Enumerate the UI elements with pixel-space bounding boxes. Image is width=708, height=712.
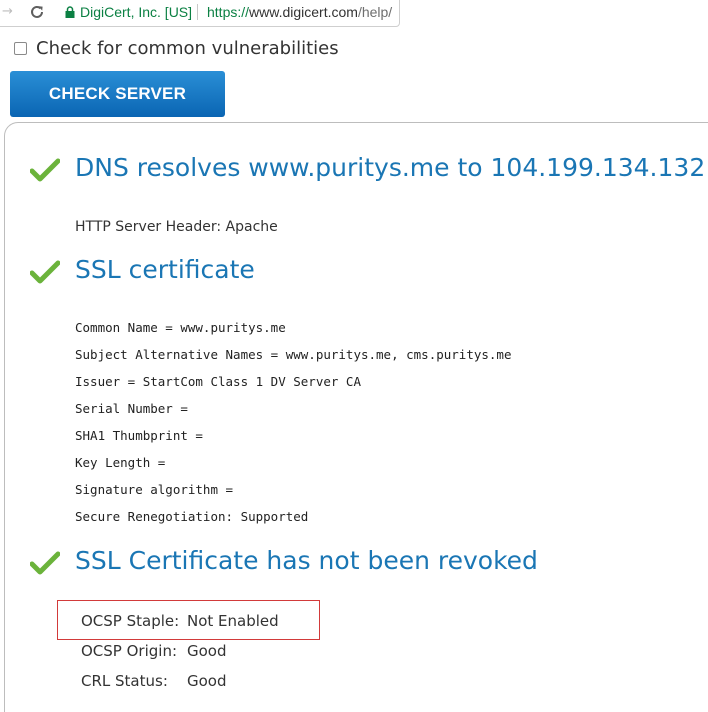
browser-toolbar: → DigiCert, Inc. [US] https://www.digice… [0, 0, 708, 30]
url-text[interactable]: https://www.digicert.com/help/ [207, 4, 392, 20]
checkmark-icon [30, 260, 60, 284]
cert-subject-alt-names: Subject Alternative Names = www.puritys.… [75, 347, 512, 362]
cert-signature-algorithm: Signature algorithm = [75, 482, 234, 497]
cert-sha1-thumbprint: SHA1 Thumbprint = [75, 428, 203, 443]
crl-status-row: CRL Status: Good [81, 672, 227, 690]
status-label: OCSP Origin: [81, 642, 178, 660]
forward-arrow-icon[interactable]: → [2, 5, 16, 19]
status-label: OCSP Staple: [81, 612, 180, 630]
site-identity[interactable]: DigiCert, Inc. [US] [80, 4, 192, 20]
lock-icon [65, 6, 75, 18]
revocation-heading: SSL Certificate has not been revoked [75, 546, 538, 575]
url-scheme: https:// [207, 4, 250, 20]
ocsp-origin-row: OCSP Origin: Good [81, 642, 227, 660]
cert-issuer: Issuer = StartCom Class 1 DV Server CA [75, 374, 361, 389]
vuln-checkbox[interactable] [14, 41, 27, 55]
dns-heading: DNS resolves www.puritys.me to 104.199.1… [75, 153, 706, 182]
cert-serial-number: Serial Number = [75, 401, 188, 416]
url-path: /help/ [357, 4, 393, 20]
vuln-check-label[interactable]: Check for common vulnerabilities [36, 38, 339, 59]
server-header-text: HTTP Server Header: Apache [75, 219, 278, 235]
checkmark-icon [30, 551, 60, 575]
cert-common-name: Common Name = www.puritys.me [75, 320, 286, 335]
status-value: Not Enabled [187, 612, 279, 630]
status-value: Good [187, 672, 227, 690]
check-server-button[interactable]: CHECK SERVER [10, 71, 225, 117]
certificate-heading: SSL certificate [75, 255, 255, 284]
cert-key-length: Key Length = [75, 455, 166, 470]
cert-secure-renegotiation: Secure Renegotiation: Supported [75, 509, 309, 524]
url-host: www.digicert.com [249, 4, 358, 20]
vuln-check-row[interactable]: Check for common vulnerabilities [14, 37, 339, 59]
ocsp-staple-row: OCSP Staple: Not Enabled [81, 612, 279, 630]
status-value: Good [187, 642, 227, 660]
status-label: CRL Status: [81, 672, 168, 690]
reload-icon[interactable] [28, 3, 46, 21]
url-separator [197, 4, 198, 20]
checkmark-icon [30, 158, 60, 182]
